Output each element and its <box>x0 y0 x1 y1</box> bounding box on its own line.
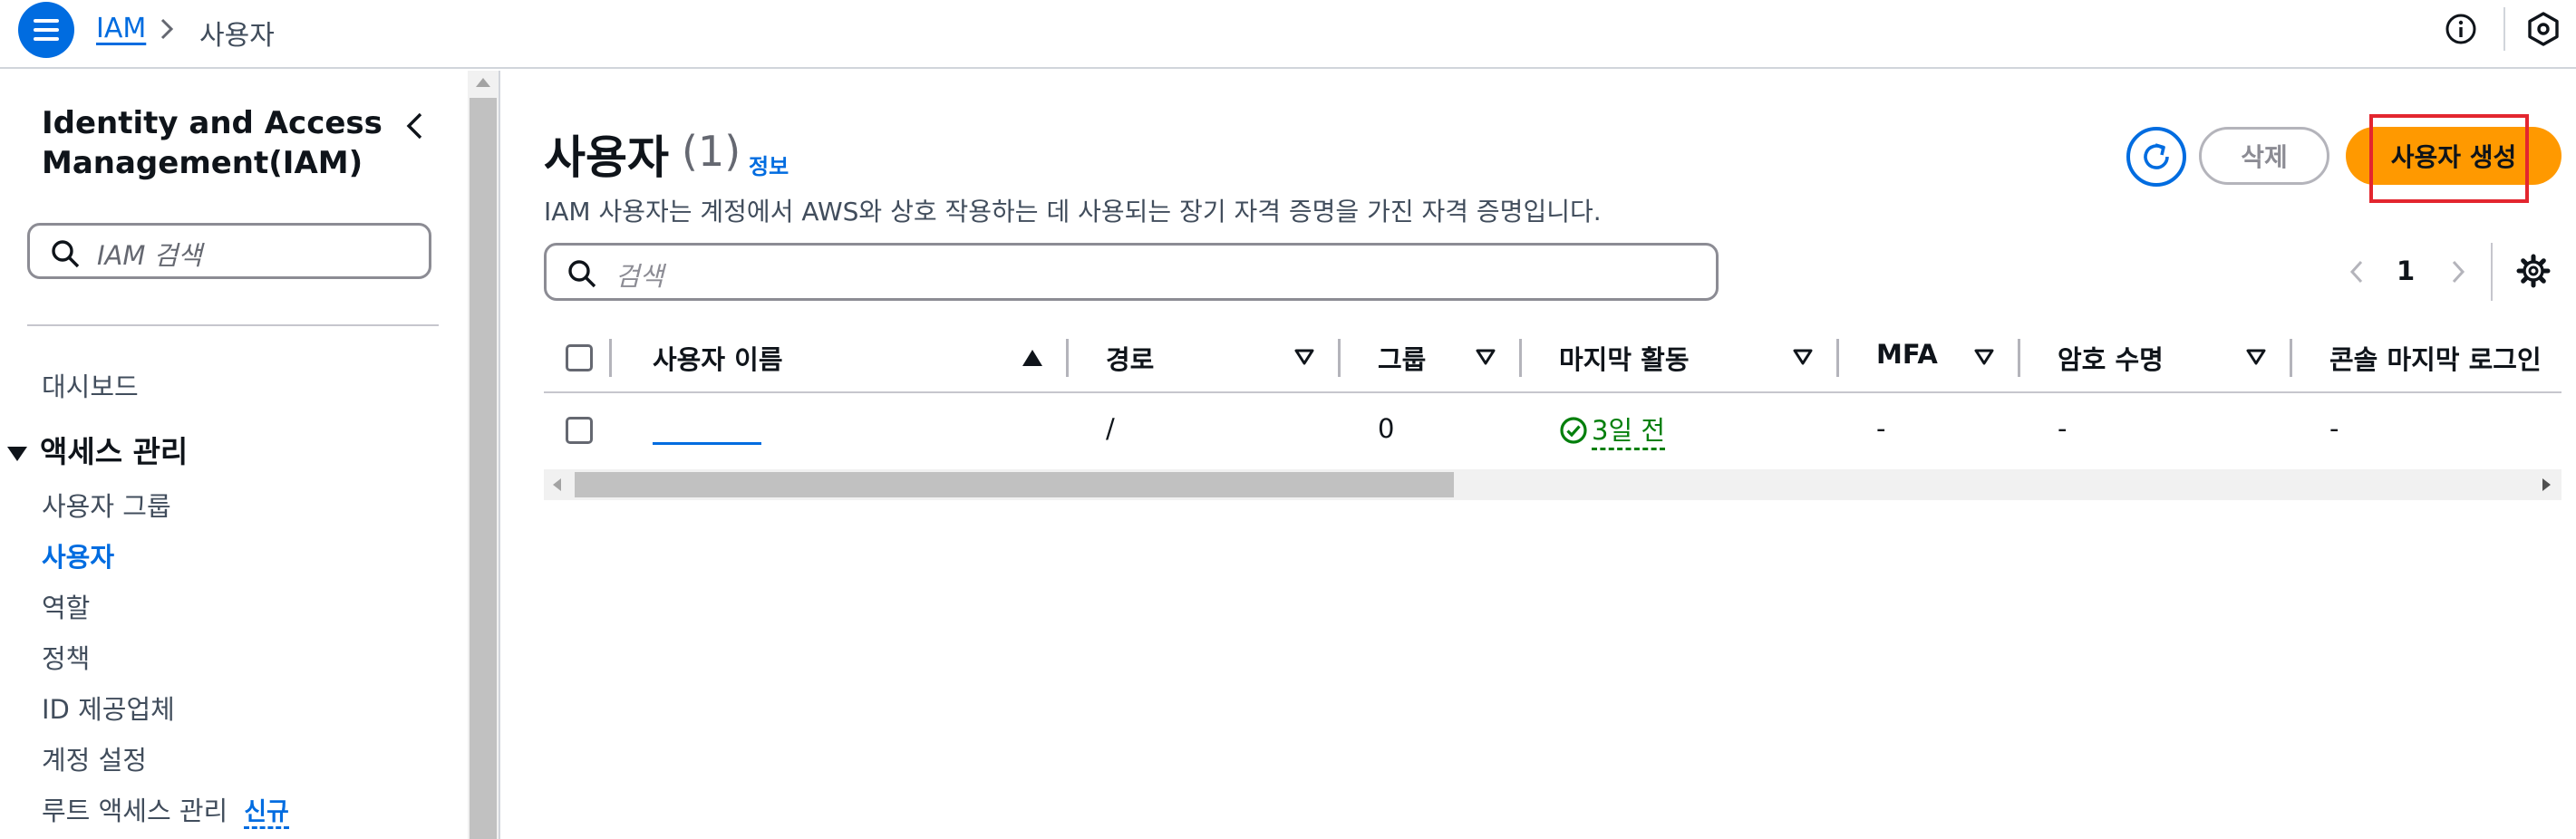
column-header-groups[interactable]: 그룹 <box>1378 339 1426 377</box>
delete-button[interactable]: 삭제 <box>2199 127 2329 185</box>
nav-search-input[interactable]: IAM 검색 <box>27 223 431 279</box>
cell-groups: 0 <box>1378 413 1395 444</box>
nav-item-root-access[interactable]: 루트 액세스 관리 신규 <box>42 790 289 829</box>
sort-descending-icon[interactable] <box>1294 348 1314 366</box>
nav-search-placeholder: IAM 검색 <box>97 240 202 271</box>
collapse-nav-icon[interactable] <box>402 111 426 141</box>
nav-item-identity-providers[interactable]: ID 제공업체 <box>42 689 175 727</box>
table-row: / 0 3일 전 - - - <box>544 395 2561 468</box>
sort-descending-icon[interactable] <box>1476 348 1496 366</box>
cell-password-age: - <box>2058 413 2068 444</box>
topbar-divider <box>2503 7 2505 51</box>
nav-scrollbar[interactable] <box>468 71 499 839</box>
scroll-up-arrow-icon[interactable] <box>476 78 490 87</box>
refresh-icon <box>2144 143 2169 169</box>
cell-mfa: - <box>1876 413 1886 444</box>
refresh-button[interactable] <box>2126 127 2186 187</box>
nav-divider <box>27 324 439 326</box>
nav-scrollbar-thumb[interactable] <box>470 98 497 839</box>
nav-item-root-access-label: 루트 액세스 관리 <box>42 796 228 826</box>
last-activity-text: 3일 전 <box>1592 415 1666 450</box>
column-header-console-last-login[interactable]: 콘솔 마지막 로그인 <box>2329 339 2542 377</box>
user-search-placeholder: 검색 <box>615 261 664 292</box>
column-header-mfa[interactable]: MFA <box>1876 339 1938 370</box>
column-divider[interactable] <box>1066 339 1069 377</box>
cloudshell-hex-icon[interactable] <box>2525 11 2561 47</box>
sort-descending-icon[interactable] <box>2246 348 2266 366</box>
column-divider[interactable] <box>2018 339 2020 377</box>
check-circle-icon <box>1560 417 1587 444</box>
search-icon <box>568 260 596 288</box>
page-title: 사용자 <box>544 131 669 184</box>
caret-down-icon <box>7 446 27 461</box>
table-header: 사용자 이름 경로 그룹 마지막 활동 MFA 암호 수명 콘솔 마지막 로그인 <box>544 326 2561 393</box>
column-divider <box>609 339 612 377</box>
info-icon[interactable] <box>2445 13 2477 45</box>
info-link[interactable]: 정보 <box>749 149 789 180</box>
user-name-link[interactable] <box>653 442 761 445</box>
current-page-number[interactable]: 1 <box>2397 256 2415 286</box>
nav-item-user-groups[interactable]: 사용자 그룹 <box>42 486 171 524</box>
chevron-right-icon <box>160 18 174 40</box>
user-search-input[interactable]: 검색 <box>544 243 1719 301</box>
search-icon <box>52 240 80 268</box>
select-all-checkbox[interactable] <box>566 344 593 371</box>
menu-icon[interactable] <box>18 2 74 58</box>
users-table: 사용자 이름 경로 그룹 마지막 활동 MFA 암호 수명 콘솔 마지막 로그인 <box>544 326 2561 507</box>
column-divider[interactable] <box>2290 339 2292 377</box>
table-horizontal-scrollbar[interactable] <box>544 469 2561 500</box>
cell-path: / <box>1106 413 1115 444</box>
column-divider[interactable] <box>1338 339 1341 377</box>
nav-border <box>499 71 500 839</box>
nav-item-dashboard[interactable]: 대시보드 <box>42 366 139 404</box>
cell-last-activity[interactable]: 3일 전 <box>1559 410 1666 450</box>
next-page-icon[interactable] <box>2451 259 2465 284</box>
scroll-right-arrow-icon[interactable] <box>2542 478 2551 491</box>
column-header-path[interactable]: 경로 <box>1106 339 1154 377</box>
row-checkbox[interactable] <box>566 417 593 444</box>
cell-console-last-login: - <box>2329 413 2339 444</box>
sort-descending-icon[interactable] <box>1793 348 1813 366</box>
nav-item-account-settings[interactable]: 계정 설정 <box>42 739 147 777</box>
previous-page-icon[interactable] <box>2349 259 2364 284</box>
column-header-last-activity[interactable]: 마지막 활동 <box>1559 339 1690 377</box>
nav-section-access-management[interactable]: 액세스 관리 <box>7 428 188 471</box>
column-divider[interactable] <box>1836 339 1839 377</box>
breadcrumb-iam-link[interactable]: IAM <box>96 13 146 44</box>
column-header-user-name[interactable]: 사용자 이름 <box>653 339 783 377</box>
new-badge: 신규 <box>244 798 289 829</box>
user-count: (1) <box>682 127 741 176</box>
column-header-password-age[interactable]: 암호 수명 <box>2058 339 2164 377</box>
page-description: IAM 사용자는 계정에서 AWS와 상호 작용하는 데 사용되는 장기 자격 … <box>544 197 1602 227</box>
scroll-left-arrow-icon[interactable] <box>553 478 561 491</box>
breadcrumb-current: 사용자 <box>199 20 275 52</box>
side-navigation: Identity and Access Management(IAM) IAM … <box>0 71 468 839</box>
nav-item-roles[interactable]: 역할 <box>42 587 90 625</box>
create-user-button[interactable]: 사용자 생성 <box>2346 127 2561 185</box>
pager-divider <box>2491 243 2493 301</box>
nav-item-users[interactable]: 사용자 <box>42 536 114 574</box>
sort-descending-icon[interactable] <box>1974 348 1994 366</box>
column-divider[interactable] <box>1519 339 1522 377</box>
gear-icon[interactable] <box>2516 254 2551 288</box>
sort-ascending-icon[interactable] <box>1022 350 1042 366</box>
top-navigation-bar: IAM 사용자 <box>0 0 2576 69</box>
horizontal-scrollbar-thumb[interactable] <box>575 472 1454 497</box>
nav-item-policies[interactable]: 정책 <box>42 638 90 676</box>
nav-title: Identity and Access Management(IAM) <box>42 105 383 181</box>
